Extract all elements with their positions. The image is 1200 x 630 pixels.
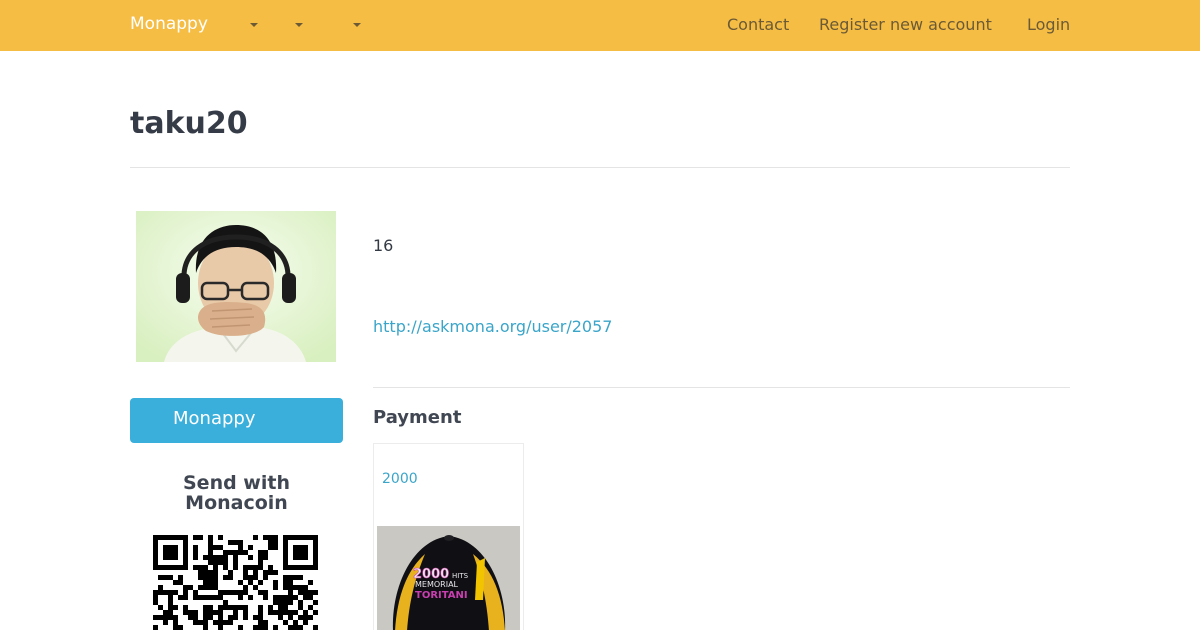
svg-text:TORITANI: TORITANI — [415, 590, 468, 601]
brand-link[interactable]: Monappy — [130, 14, 208, 34]
user-count: 16 — [373, 236, 394, 255]
page-title: taku20 — [130, 106, 248, 141]
monappy-button[interactable]: Monappy — [130, 398, 343, 443]
cap-photo-icon[interactable]: 2000 HITS MEMORIAL TORITANI — [377, 526, 520, 630]
payment-item-card[interactable]: 2000 2000 HITS MEMORIAL TORITANI — [373, 443, 524, 630]
caret-down-icon — [353, 23, 361, 27]
svg-text:HITS: HITS — [452, 572, 469, 580]
payment-heading: Payment — [373, 407, 462, 428]
caret-down-icon — [250, 23, 258, 27]
nav-login[interactable]: Login — [1027, 15, 1070, 34]
dropdown-toggle-1[interactable] — [250, 22, 260, 28]
nav-register[interactable]: Register new account — [819, 15, 992, 34]
payment-item-price[interactable]: 2000 — [382, 471, 418, 487]
nav-contact[interactable]: Contact — [727, 15, 789, 34]
avatar — [136, 211, 336, 362]
caret-down-icon — [295, 23, 303, 27]
svg-text:MEMORIAL: MEMORIAL — [415, 580, 459, 589]
divider — [373, 387, 1070, 388]
navbar: Monappy Contact Register new account Log… — [0, 0, 1200, 51]
dropdown-toggle-3[interactable] — [353, 22, 363, 28]
askmona-profile-link[interactable]: http://askmona.org/user/2057 — [373, 317, 612, 336]
divider — [130, 167, 1070, 168]
qr-code — [153, 535, 318, 630]
dropdown-toggle-2[interactable] — [295, 22, 305, 28]
send-with-monacoin-heading: Send with Monacoin — [183, 472, 290, 514]
